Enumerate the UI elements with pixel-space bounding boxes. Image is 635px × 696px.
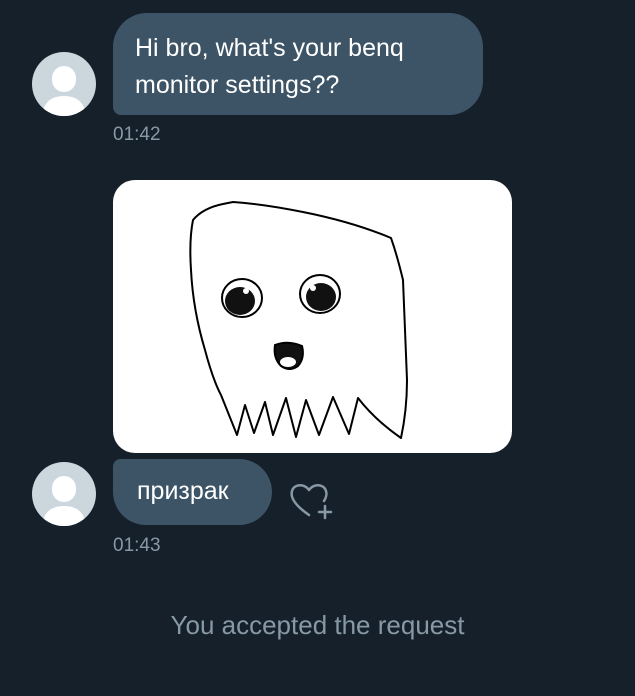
message-text: призрак: [137, 477, 229, 505]
message-bubble[interactable]: призрак: [113, 459, 272, 525]
message-bubble[interactable]: Hi bro, what's your benq monitor setting…: [113, 13, 483, 115]
default-user-avatar-icon: [42, 476, 86, 526]
avatar[interactable]: [32, 462, 96, 526]
avatar[interactable]: [32, 52, 96, 116]
ghost-drawing-icon: [189, 201, 408, 439]
message-timestamp: 01:42: [113, 124, 161, 145]
ghost-drawing-image[interactable]: [113, 180, 512, 453]
heart-plus-icon: [290, 484, 333, 520]
message-timestamp: 01:43: [113, 535, 161, 556]
add-reaction-button[interactable]: [288, 480, 336, 522]
message-text: Hi bro, what's your benq monitor setting…: [135, 34, 404, 99]
default-user-avatar-icon: [42, 66, 86, 116]
system-message: You accepted the request: [170, 610, 465, 640]
